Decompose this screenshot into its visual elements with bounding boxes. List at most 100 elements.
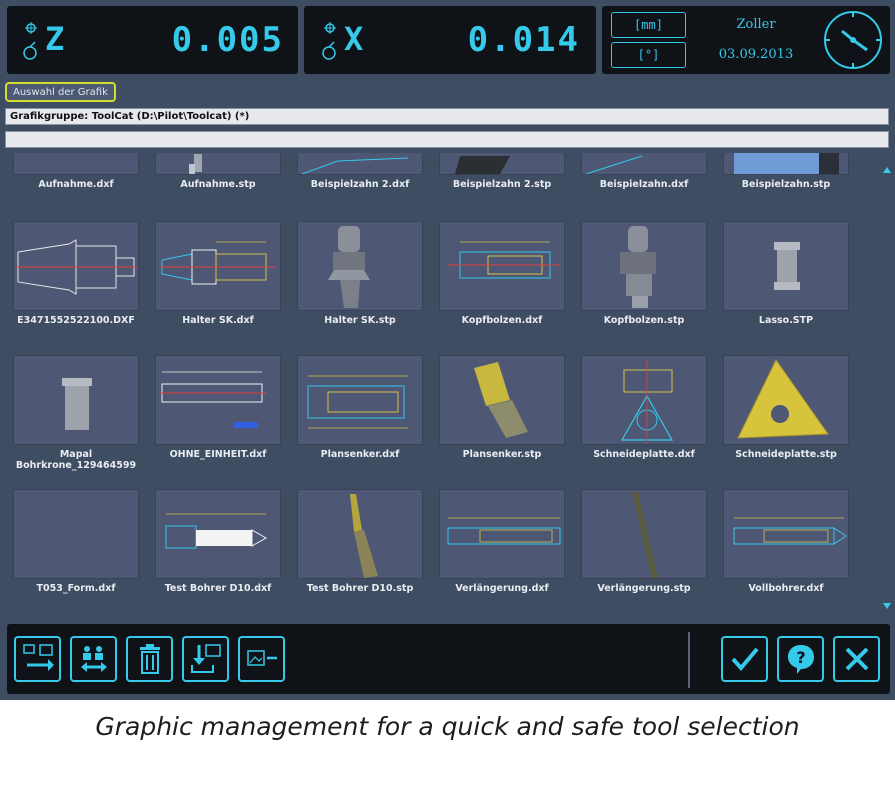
graphic-thumbnail [723, 221, 849, 311]
graphic-thumbnail [581, 153, 707, 175]
graphic-filename: Plansenker.dxf [320, 449, 400, 460]
graphic-tile[interactable]: Mapal Bohrkrone_129464599 [7, 355, 149, 475]
graphic-tile[interactable]: Halter SK.dxf [149, 221, 291, 331]
transfer-icon [80, 646, 107, 672]
vertical-scrollbar[interactable] [883, 153, 891, 615]
graphic-filename: Beispielzahn.dxf [599, 179, 689, 190]
graphic-filename: Aufnahme.dxf [38, 179, 114, 190]
graphic-tile[interactable]: Plansenker.stp [433, 355, 575, 475]
confirm-button[interactable] [721, 636, 768, 682]
graphic-tile[interactable]: OHNE_EINHEIT.dxf [149, 355, 291, 475]
graphic-tile[interactable]: Aufnahme.stp [149, 153, 291, 193]
graphic-thumbnail [439, 489, 565, 579]
graphic-tile[interactable]: Lasso.STP [717, 221, 859, 331]
delete-button[interactable] [126, 636, 173, 682]
graphic-thumbnail [723, 355, 849, 445]
graphic-tile[interactable]: Beispielzahn.stp [717, 153, 859, 193]
graphic-tile[interactable]: Aufnahme.dxf [7, 153, 149, 193]
remove-graphic-icon [246, 650, 277, 666]
graphic-thumbnail [13, 489, 139, 579]
graphic-tile[interactable]: Schneideplatte.stp [717, 355, 859, 475]
graphic-filename: Schneideplatte.stp [735, 449, 837, 460]
graphic-filename: Beispielzahn.stp [741, 179, 831, 190]
graphic-thumbnail [13, 221, 139, 311]
graphic-filename: Beispielzahn 2.dxf [310, 179, 410, 190]
download-graphic-button[interactable] [182, 636, 229, 682]
remove-graphic-button[interactable] [238, 636, 285, 682]
graphic-thumbnail [297, 355, 423, 445]
graphic-tile[interactable]: Plansenker.dxf [291, 355, 433, 475]
scroll-down-icon[interactable] [883, 603, 891, 609]
graphic-filename: Schneideplatte.dxf [593, 449, 695, 460]
graphic-tile[interactable]: Halter SK.stp [291, 221, 433, 331]
search-field[interactable] [5, 131, 889, 148]
graphic-grid: Aufnahme.dxf Aufnahme.stp Beispielzahn 2… [7, 153, 879, 615]
graphic-filename: Verlängerung.stp [597, 583, 691, 594]
graphic-filename: Kopfbolzen.stp [603, 315, 685, 326]
download-graphic-icon [190, 644, 221, 673]
checkmark-icon [731, 647, 759, 672]
graphic-thumbnail [155, 489, 281, 579]
graphic-thumbnail [13, 153, 139, 175]
close-icon [845, 647, 868, 671]
x-axis-value: 0.014 [467, 20, 580, 60]
toolbar-separator [688, 632, 690, 688]
transfer-button[interactable] [70, 636, 117, 682]
graphic-filename: OHNE_EINHEIT.dxf [169, 449, 267, 460]
unit-angle-button[interactable]: [°] [611, 42, 686, 68]
svg-text:?: ? [796, 648, 805, 667]
graphic-filename: Test Bohrer D10.dxf [164, 583, 272, 594]
graphic-tile[interactable]: Kopfbolzen.dxf [433, 221, 575, 331]
select-graphic-button[interactable]: Auswahl der Grafik [5, 82, 116, 102]
z-axis-value: 0.005 [171, 20, 284, 60]
graphic-tile[interactable]: Verlängerung.dxf [433, 489, 575, 599]
graphic-filename: Mapal Bohrkrone_129464599 [15, 449, 137, 471]
bottom-toolbar: ? [7, 624, 890, 694]
graphic-thumbnail [439, 221, 565, 311]
figure-caption: Graphic management for a quick and safe … [95, 712, 800, 741]
graphic-filename: Beispielzahn 2.stp [452, 179, 552, 190]
graphic-filename: Halter SK.stp [324, 315, 396, 326]
graphic-thumbnail [13, 355, 139, 445]
graphic-tile[interactable]: Verlängerung.stp [575, 489, 717, 599]
help-button[interactable]: ? [777, 636, 824, 682]
clock-icon [824, 11, 882, 69]
graphic-tile[interactable]: Test Bohrer D10.stp [291, 489, 433, 599]
help-icon: ? [787, 645, 814, 674]
graphic-filename: E3471552522100.DXF [17, 315, 135, 326]
graphic-group-field[interactable]: Grafikgruppe: ToolCat (D:\Pilot\Toolcat)… [5, 108, 889, 125]
graphic-thumbnail [581, 489, 707, 579]
graphic-tile[interactable]: Beispielzahn.dxf [575, 153, 717, 193]
import-graphic-icon [22, 644, 54, 671]
import-graphic-button[interactable] [14, 636, 61, 682]
x-axis-label: X [344, 20, 365, 58]
graphic-filename: Verlängerung.dxf [455, 583, 549, 594]
trash-icon [139, 644, 160, 674]
graphic-thumbnail [297, 489, 423, 579]
x-readout-panel: X 0.014 [304, 6, 596, 74]
graphic-tile[interactable]: T053_Form.dxf [7, 489, 149, 599]
graphic-thumbnail [723, 489, 849, 579]
graphic-tile[interactable]: Beispielzahn 2.dxf [291, 153, 433, 193]
graphic-tile[interactable]: Beispielzahn 2.stp [433, 153, 575, 193]
graphic-tile[interactable]: Schneideplatte.dxf [575, 355, 717, 475]
graphic-filename: Lasso.STP [758, 315, 814, 326]
brand-name: Zoller [736, 17, 776, 32]
graphic-thumbnail [155, 355, 281, 445]
axis-origin-icon [322, 22, 336, 60]
graphic-tile[interactable]: Kopfbolzen.stp [575, 221, 717, 331]
axis-origin-icon [23, 22, 37, 60]
date-display: 03.09.2013 [718, 47, 794, 62]
graphic-filename: Halter SK.dxf [182, 315, 254, 326]
graphic-thumbnail [297, 153, 423, 175]
close-button[interactable] [833, 636, 880, 682]
graphic-tile[interactable]: Test Bohrer D10.dxf [149, 489, 291, 599]
scroll-up-icon[interactable] [883, 167, 891, 173]
unit-length-button[interactable]: [mm] [611, 12, 686, 38]
graphic-tile[interactable]: Vollbohrer.dxf [717, 489, 859, 599]
graphic-thumbnail [297, 221, 423, 311]
tool-graphics-app: Z 0.005 X 0.014 [mm] [°] Zoller 03.09.20… [0, 0, 895, 700]
graphic-filename: Plansenker.stp [462, 449, 542, 460]
graphic-thumbnail [581, 221, 707, 311]
graphic-tile[interactable]: E3471552522100.DXF [7, 221, 149, 331]
